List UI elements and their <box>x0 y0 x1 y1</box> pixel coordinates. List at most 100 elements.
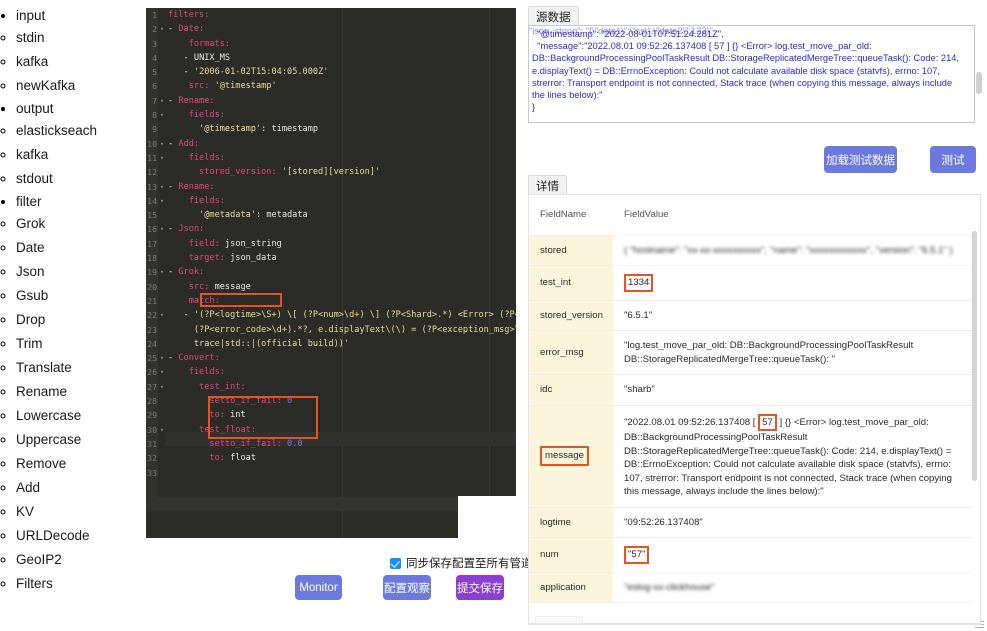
nav-item-gsub[interactable]: Gsub <box>16 284 146 308</box>
nav-item-urldecode[interactable]: URLDecode <box>16 524 146 548</box>
fold-toggle-icon[interactable]: ▾ <box>158 108 166 122</box>
yaml-code-editor[interactable]: 1234567891011121314151617181920212223242… <box>146 8 516 538</box>
code-line[interactable]: src: '@timestamp' <box>166 79 516 93</box>
nav-item-trim[interactable]: Trim <box>16 332 146 356</box>
code-token-plain: int <box>230 410 246 420</box>
fold-toggle-icon[interactable]: ▾ <box>158 222 166 236</box>
code-line[interactable]: test_float: <box>166 423 516 437</box>
detail-bottom-tab-stub[interactable] <box>535 616 583 625</box>
code-line[interactable]: - '2006-01-02T15:04:05.000Z' <box>166 65 516 79</box>
code-line[interactable]: - Grok: <box>166 265 516 279</box>
code-line[interactable]: setto_if_fail: 0 <box>166 394 516 408</box>
nav-item-lowercase[interactable]: Lowercase <box>16 404 146 428</box>
nav-item-grok[interactable]: Grok <box>16 212 146 236</box>
nav-item-stdin[interactable]: stdin <box>16 26 146 50</box>
code-line[interactable]: formats: <box>166 37 516 51</box>
fold-toggle-icon[interactable]: ▾ <box>158 365 166 379</box>
nav-item-filters[interactable]: Filters <box>16 572 146 596</box>
detail-tab[interactable]: 详情 <box>528 175 567 195</box>
nav-item-rename[interactable]: Rename <box>16 380 146 404</box>
code-line[interactable]: filters: <box>166 8 516 22</box>
table-row[interactable]: num"57" <box>529 538 972 573</box>
code-line[interactable]: - Convert: <box>166 351 516 365</box>
nav-item-kafka[interactable]: kafka <box>16 50 146 74</box>
submit-save-button[interactable]: 提交保存 <box>456 575 504 600</box>
table-row[interactable]: stored{ "hostname": "xx-xx-xxxxxxxxxx", … <box>529 235 972 266</box>
fold-toggle-icon[interactable]: ▾ <box>158 137 166 151</box>
nav-group-filter[interactable]: filterGrokDateJsonGsubDropTrimTranslateR… <box>16 192 146 596</box>
fold-toggle-icon[interactable]: ▾ <box>158 423 166 437</box>
test-button[interactable]: 测试 <box>930 146 976 173</box>
nav-item-remove[interactable]: Remove <box>16 452 146 476</box>
nav-item-stdout[interactable]: stdout <box>16 167 146 191</box>
code-line[interactable]: src: message <box>166 280 516 294</box>
source-data-scrollbar-thumb[interactable] <box>976 72 982 94</box>
code-line[interactable]: - Add: <box>166 137 516 151</box>
code-line[interactable]: fields: <box>166 108 516 122</box>
code-line[interactable]: fields: <box>166 365 516 379</box>
nav-item-add[interactable]: Add <box>16 476 146 500</box>
code-line[interactable]: fields: <box>166 194 516 208</box>
table-row[interactable]: test_int1334 <box>529 266 972 301</box>
code-line[interactable]: trace|std::|(official build))' <box>166 337 516 351</box>
table-row[interactable]: error_msg"log.test_move_par_old: DB::Bac… <box>529 331 972 375</box>
sync-config-checkbox[interactable] <box>390 558 401 569</box>
config-editor-wrapper[interactable]: 1234567891011121314151617181920212223242… <box>146 8 516 538</box>
nav-item-json[interactable]: Json <box>16 260 146 284</box>
fold-toggle-icon[interactable]: ▾ <box>158 151 166 165</box>
nav-item-uppercase[interactable]: Uppercase <box>16 428 146 452</box>
code-line[interactable]: '@metadata': metadata <box>166 208 516 222</box>
code-line[interactable]: - '(?P<logtime>\S+) \[ (?P<num>\d+) \] (… <box>166 308 516 322</box>
code-line[interactable]: - Json: <box>166 222 516 236</box>
code-line[interactable]: match: <box>166 294 516 308</box>
code-line[interactable]: target: json_data <box>166 251 516 265</box>
monitor-button[interactable]: Monitor <box>295 575 342 600</box>
table-row[interactable]: stored_version"6.5.1" <box>529 300 972 331</box>
sync-config-row[interactable]: 同步保存配置至所有管道 <box>390 555 533 571</box>
detail-table-container[interactable]: FieldName FieldValue stored{ "hostname":… <box>528 194 981 625</box>
code-line[interactable]: (?P<error_code>\d+).*?, e.displayText\(\… <box>166 323 516 337</box>
nav-item-kafka[interactable]: kafka <box>16 143 146 167</box>
nav-item-elastickseach[interactable]: elastickseach <box>16 119 146 143</box>
nav-item-newkafka[interactable]: newKafka <box>16 74 146 98</box>
code-line[interactable]: - Rename: <box>166 180 516 194</box>
nav-group-input[interactable]: inputstdinkafkanewKafka <box>16 6 146 98</box>
fold-toggle-icon[interactable]: ▾ <box>158 180 166 194</box>
fold-toggle-icon[interactable]: ▾ <box>158 308 166 322</box>
code-line[interactable]: test_int: <box>166 380 516 394</box>
fold-toggle-icon[interactable]: ▾ <box>158 94 166 108</box>
table-row[interactable]: idc"sharb" <box>529 375 972 406</box>
code-line[interactable]: - Rename: <box>166 94 516 108</box>
code-line[interactable]: fields: <box>166 151 516 165</box>
table-row[interactable]: message"2022.08.01 09:52:26.137408 [ 57 … <box>529 405 972 507</box>
code-line[interactable]: - Date: <box>166 22 516 36</box>
editor-code-content[interactable]: filters:- Date: formats: - UNIX_MS - '20… <box>166 8 516 538</box>
detail-table-scrollbar-thumb[interactable] <box>972 231 977 481</box>
load-test-data-button[interactable]: 加载测试数据 <box>824 146 897 173</box>
nav-item-kv[interactable]: KV <box>16 500 146 524</box>
editor-fold-column[interactable]: ▾▾▾▾▾▾▾▾▾▾▾▾▾▾ <box>158 8 166 497</box>
fold-toggle-icon[interactable]: ▾ <box>158 194 166 208</box>
code-line[interactable]: - UNIX_MS <box>166 51 516 65</box>
config-observe-button[interactable]: 配置观察 <box>383 575 431 600</box>
code-line[interactable]: setto_if_fail: 0.0 <box>166 437 516 451</box>
code-line[interactable]: to: int <box>166 408 516 422</box>
source-data-textarea[interactable]: "@timestamp": "2022-08-01T07:51:24.281Z"… <box>528 25 975 123</box>
table-row[interactable]: logtime"09:52:26.137408" <box>529 507 972 538</box>
fold-toggle-icon[interactable]: ▾ <box>158 380 166 394</box>
code-line[interactable] <box>166 466 516 480</box>
code-line[interactable]: '@timestamp': timestamp <box>166 122 516 136</box>
table-row[interactable]: application"eslog-xx-clickhouse" <box>529 572 972 603</box>
code-line[interactable]: stored_version: '[stored][version]' <box>166 165 516 179</box>
code-line[interactable]: field: json_string <box>166 237 516 251</box>
nav-item-translate[interactable]: Translate <box>16 356 146 380</box>
fold-toggle-icon[interactable]: ▾ <box>158 265 166 279</box>
nav-item-drop[interactable]: Drop <box>16 308 146 332</box>
nav-group-output[interactable]: outputelastickseachkafkastdout <box>16 99 146 191</box>
fold-toggle-icon[interactable]: ▾ <box>158 351 166 365</box>
source-data-tab[interactable]: 源数据 <box>528 6 579 26</box>
fold-toggle-icon[interactable]: ▾ <box>158 22 166 36</box>
code-line[interactable]: to: float <box>166 451 516 465</box>
nav-item-geoip2[interactable]: GeoIP2 <box>16 548 146 572</box>
nav-item-date[interactable]: Date <box>16 236 146 260</box>
